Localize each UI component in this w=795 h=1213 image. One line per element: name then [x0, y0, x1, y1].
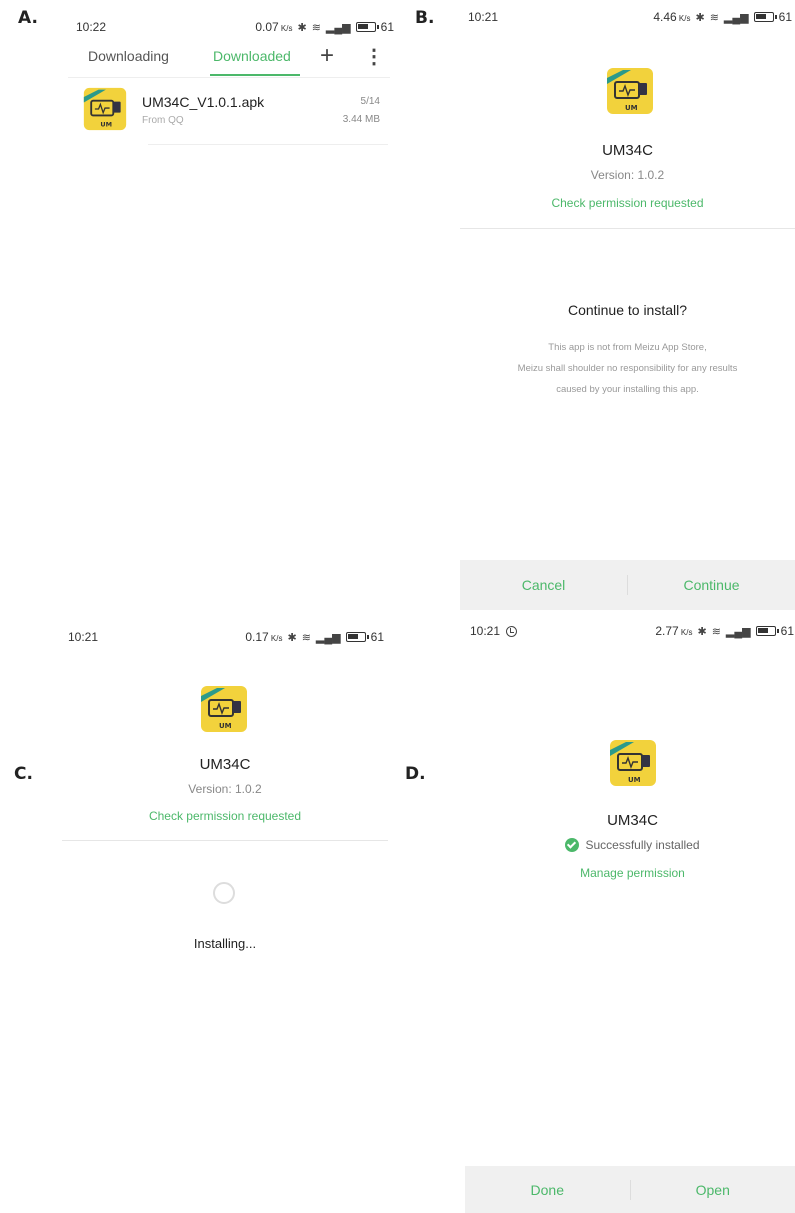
- manage-permission-link[interactable]: Manage permission: [465, 866, 795, 880]
- plus-icon[interactable]: +: [320, 42, 334, 70]
- installing-status: Installing...: [193, 936, 257, 951]
- app-icon: UM: [607, 68, 653, 114]
- status-bar: 10:21 2.77 K/s ✱ ≋ ▂▄▆ 61: [470, 620, 794, 642]
- app-icon: UM: [201, 686, 247, 732]
- button-bar: Done Open: [465, 1166, 795, 1213]
- file-name: UM34C_V1.0.1.apk: [142, 94, 265, 110]
- svg-text:UM: UM: [219, 722, 232, 730]
- button-bar: Cancel Continue: [460, 560, 795, 610]
- continue-button[interactable]: Continue: [628, 577, 795, 593]
- status-time: 10:22: [76, 20, 107, 34]
- network-speed: 4.46 K/s: [653, 10, 691, 24]
- wifi-icon: ≋: [709, 11, 719, 24]
- battery-icon: [345, 632, 369, 642]
- alarm-icon: [506, 625, 518, 637]
- wifi-icon: ≋: [711, 625, 721, 638]
- battery-level: 61: [370, 630, 384, 644]
- done-button[interactable]: Done: [465, 1182, 630, 1198]
- status-bar: 10:21 0.17 K/s ✱ ≋ ▂▄▆ 61: [68, 626, 384, 648]
- divider: [62, 840, 388, 841]
- signal-icon: ▂▄▆: [315, 631, 341, 644]
- cancel-button[interactable]: Cancel: [460, 577, 627, 593]
- loading-spinner-icon: [213, 882, 235, 904]
- signal-icon: ▂▄▆: [723, 11, 749, 24]
- app-name: UM34C: [607, 812, 658, 829]
- bluetooth-icon: ✱: [287, 631, 297, 644]
- warning-text: caused by your installing this app.: [556, 384, 699, 395]
- battery-icon: [355, 22, 379, 32]
- divider: [460, 228, 795, 229]
- status-bar: 10:21 4.46 K/s ✱ ≋ ▂▄▆ 61: [468, 6, 792, 28]
- signal-icon: ▂▄▆: [725, 625, 751, 638]
- status-time: 10:21: [68, 630, 99, 644]
- more-vertical-icon[interactable]: ⋮: [364, 44, 384, 69]
- wifi-icon: ≋: [311, 21, 321, 34]
- status-bar: 10:22 0.07 K/s ✱ ≋ ▂▄▆ 61: [76, 16, 394, 38]
- permission-link[interactable]: Check permission requested: [60, 809, 390, 823]
- status-left: 10:21: [470, 624, 518, 638]
- panel-label-c: C.: [14, 764, 33, 784]
- status-time: 10:21: [470, 624, 501, 638]
- svg-text:UM: UM: [100, 120, 112, 128]
- status-time: 10:21: [468, 10, 499, 24]
- list-item[interactable]: UM UM34C_V1.0.1.apk From QQ 5/14 3.44 MB: [68, 84, 390, 145]
- open-button[interactable]: Open: [631, 1182, 795, 1198]
- battery-level: 61: [778, 10, 792, 24]
- signal-icon: ▂▄▆: [325, 21, 351, 34]
- bluetooth-icon: ✱: [695, 11, 705, 24]
- battery-level: 61: [780, 624, 794, 638]
- file-source: From QQ: [142, 115, 184, 126]
- success-text: Successfully installed: [585, 838, 700, 852]
- tab-active-indicator: [210, 74, 300, 76]
- file-date: 5/14: [360, 96, 380, 107]
- panel-label-d: D.: [405, 764, 426, 784]
- warning-text: This app is not from Meizu App Store,: [548, 342, 707, 353]
- svg-text:UM: UM: [628, 776, 641, 784]
- panel-label-b: B.: [415, 8, 435, 28]
- dialog-title: Continue to install?: [567, 302, 688, 318]
- svg-text:UM: UM: [625, 104, 638, 112]
- network-speed: 0.07 K/s: [255, 20, 293, 34]
- divider: [148, 144, 388, 145]
- panel-label-a: A.: [18, 8, 38, 28]
- bluetooth-icon: ✱: [297, 21, 307, 34]
- battery-icon: [755, 626, 779, 636]
- app-icon: UM: [610, 740, 656, 786]
- tab-downloading[interactable]: Downloading: [88, 48, 169, 64]
- bluetooth-icon: ✱: [697, 625, 707, 638]
- download-tabs: Downloading Downloaded + ⋮: [68, 42, 390, 78]
- permission-link[interactable]: Check permission requested: [460, 196, 795, 210]
- tab-downloaded[interactable]: Downloaded: [213, 48, 291, 64]
- app-icon: UM: [83, 87, 127, 131]
- app-name: UM34C: [199, 756, 251, 773]
- file-size: 3.44 MB: [342, 114, 380, 125]
- app-name: UM34C: [602, 142, 653, 159]
- wifi-icon: ≋: [301, 631, 311, 644]
- warning-text: Meizu shall shoulder no responsibility f…: [517, 363, 738, 374]
- app-version: Version: 1.0.2: [188, 782, 262, 796]
- battery-level: 61: [380, 20, 394, 34]
- network-speed: 0.17 K/s: [245, 630, 283, 644]
- app-version: Version: 1.0.2: [590, 168, 665, 182]
- check-circle-icon: [565, 838, 580, 852]
- network-speed: 2.77 K/s: [655, 624, 693, 638]
- battery-icon: [753, 12, 777, 22]
- install-success: Successfully installed: [465, 838, 795, 852]
